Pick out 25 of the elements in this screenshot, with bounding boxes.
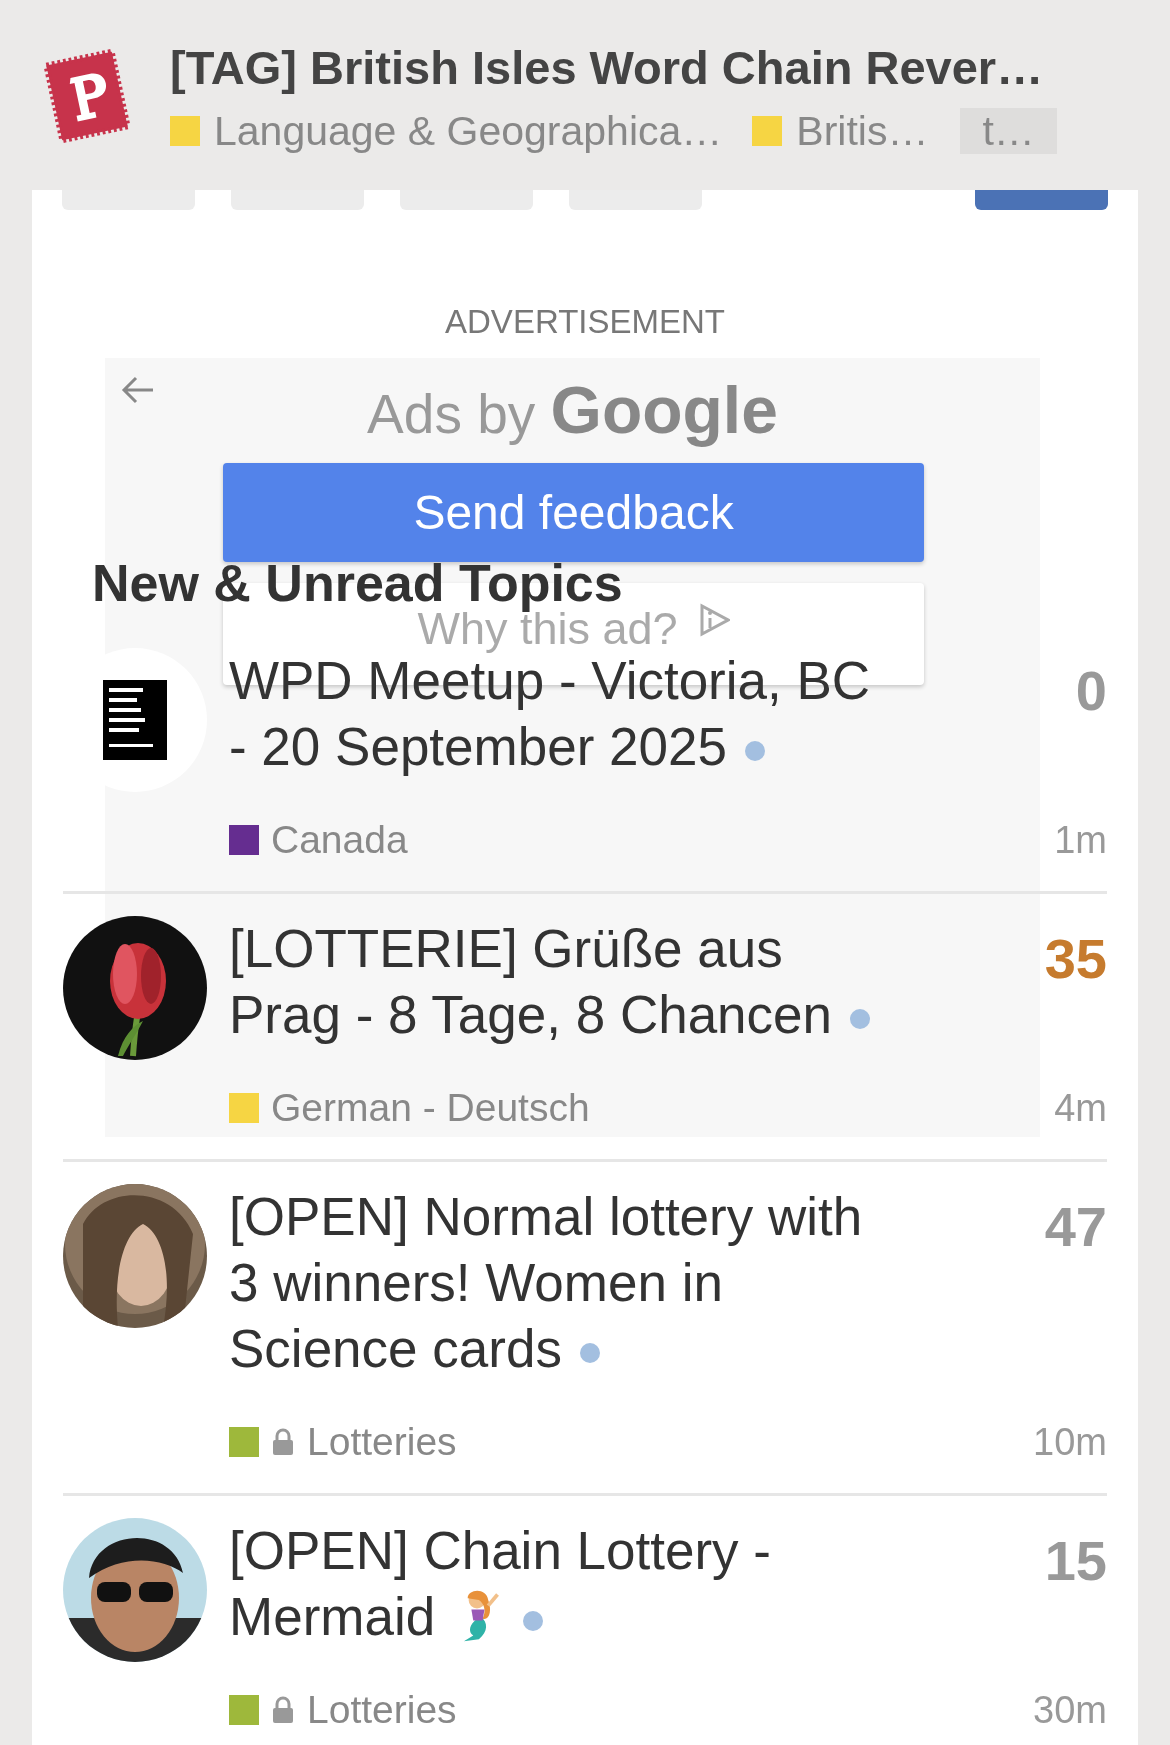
primary-button[interactable] [975,190,1108,210]
activity-time[interactable]: 1m [1054,817,1107,863]
category-link[interactable]: Canada [271,817,408,863]
back-arrow-icon[interactable] [121,375,155,405]
topic-link[interactable]: [LOTTERIE] Grüße aus Prag - 8 Tage, 8 Chancen [229,916,884,1048]
topic-link[interactable]: [OPEN] Normal lottery with 3 winners! Women in Science cards [229,1184,884,1382]
reply-count[interactable]: 47 [1044,1194,1107,1260]
activity-time[interactable]: 10m [1033,1419,1107,1465]
ads-by-label: Ads by Google [367,372,778,449]
category-link[interactable]: Lotteries [307,1419,457,1465]
activity-time[interactable]: 4m [1054,1085,1107,1131]
category-link[interactable]: Language & Geographica… [214,108,723,154]
ad-caption: ADVERTISEMENT [444,302,726,342]
reply-count[interactable]: 15 [1044,1528,1107,1594]
ad-info-icon [697,603,730,637]
topic-title[interactable]: [TAG] British Isles Word Chain Rever… [170,42,1057,94]
activity-time[interactable]: 30m [1033,1687,1107,1733]
reply-count[interactable]: 0 [1075,658,1107,724]
category-link[interactable]: Lotteries [307,1687,457,1733]
category-link[interactable]: German - Deutsch [271,1085,590,1131]
send-feedback-button[interactable]: Send feedback [223,463,924,562]
reply-count[interactable]: 35 [1044,926,1107,992]
topic-link[interactable]: [OPEN] Chain Lottery - Mermaid [229,1518,884,1650]
category-link[interactable]: Britis… [796,108,929,154]
tag-chip[interactable]: t… [960,108,1057,154]
